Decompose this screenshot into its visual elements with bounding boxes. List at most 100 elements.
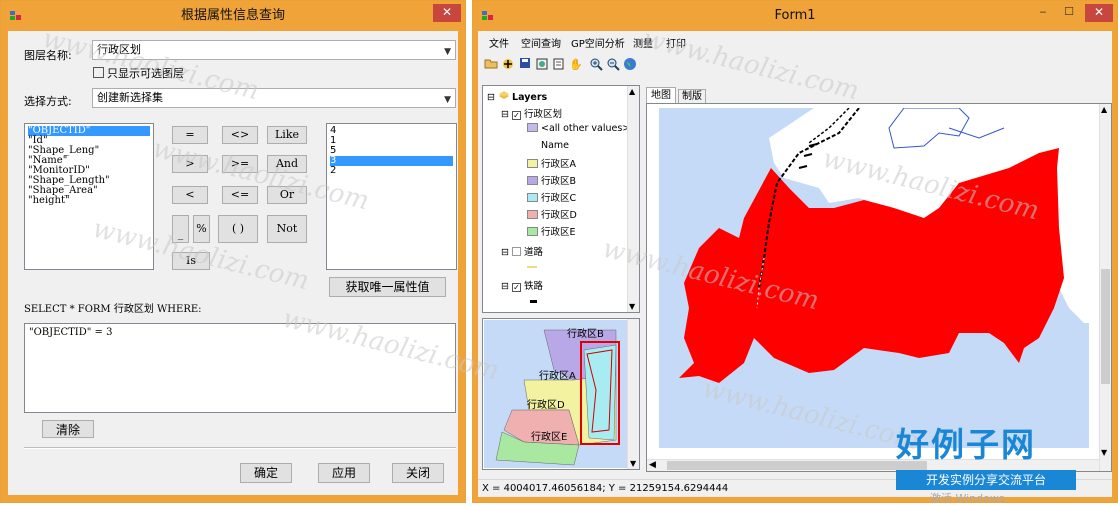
- toc-layer-road[interactable]: ⊟ 道路: [501, 244, 543, 258]
- only-selectable-checkbox[interactable]: 只显示可选图层: [93, 65, 184, 81]
- checkbox-checked-icon[interactable]: ✓: [511, 111, 521, 120]
- toc-panel[interactable]: ⊟ Layers ⊟ ✓ 行政区划 <all other values> Name…: [482, 85, 640, 313]
- only-selectable-label: 只显示可选图层: [107, 67, 184, 80]
- expression-textarea[interactable]: "OBJECTID" = 3: [24, 323, 456, 413]
- legend-swatch-icon: [527, 123, 538, 132]
- menu-print[interactable]: 打印: [666, 35, 686, 50]
- overview-label-b: 行政区B: [567, 329, 604, 340]
- toc-field-name: Name: [541, 140, 570, 151]
- toc-layer-district[interactable]: ⊟ ✓ 行政区划: [501, 106, 562, 120]
- menu-measure[interactable]: 测量: [633, 35, 653, 50]
- checkbox-box[interactable]: [93, 67, 104, 78]
- value-item[interactable]: 4: [330, 126, 453, 136]
- tab-map[interactable]: 地图: [646, 87, 676, 103]
- dialog-close-icon[interactable]: ✕: [433, 4, 461, 22]
- main-title-bar: Form1 ‒ ☐ ✕: [473, 1, 1117, 31]
- checkbox-checked-icon[interactable]: ✓: [511, 283, 521, 292]
- map-canvas[interactable]: [659, 108, 1089, 448]
- toc-class-d: 行政区D: [527, 207, 577, 221]
- operator-not-button[interactable]: Not: [267, 215, 307, 243]
- query-dialog-window: 根据属性信息查询 ✕ 图层名称: 行政区划 ▼ 只显示可选图层 选择方式: 创建…: [0, 0, 466, 503]
- menu-gp-analysis[interactable]: GP空间分析: [571, 35, 625, 50]
- checkbox-empty-icon[interactable]: [511, 247, 521, 256]
- railway-symbol-icon: [530, 300, 537, 303]
- main-close-icon[interactable]: ✕: [1085, 4, 1113, 22]
- close-button[interactable]: 关闭: [392, 463, 444, 483]
- apply-button[interactable]: 应用: [318, 463, 370, 483]
- operator-le-button[interactable]: <=: [222, 186, 258, 204]
- overview-label-e: 行政区E: [531, 432, 568, 443]
- toc-layer-railway[interactable]: ⊟ ✓ 铁路: [501, 278, 543, 292]
- method-select[interactable]: 创建新选择集 ▼: [92, 88, 456, 108]
- overview-scrollbar[interactable]: ▼: [627, 319, 639, 469]
- tab-layout[interactable]: 制版: [678, 89, 706, 103]
- method-label: 选择方式:: [24, 95, 72, 108]
- method-select-value: 创建新选择集: [97, 91, 163, 104]
- clear-button[interactable]: 清除: [42, 420, 94, 438]
- menu-spatial-query[interactable]: 空间查询: [521, 35, 561, 50]
- legend-swatch-icon: [527, 210, 538, 219]
- horizontal-scroll-thumb[interactable]: [667, 461, 927, 470]
- operator-paren-button[interactable]: ( ): [218, 215, 258, 243]
- minimize-icon[interactable]: ‒: [1031, 4, 1055, 22]
- toc-layer-road-label: 道路: [523, 247, 543, 258]
- chevron-down-icon: ▼: [444, 47, 451, 57]
- vertical-scroll-thumb[interactable]: [1101, 269, 1110, 384]
- operator-eq-button[interactable]: =: [172, 126, 208, 144]
- operator-underscore-button[interactable]: _: [172, 215, 189, 243]
- operator-gt-button[interactable]: >: [172, 155, 208, 173]
- pan-icon[interactable]: ✋: [568, 57, 584, 75]
- globe-icon[interactable]: [622, 57, 638, 75]
- value-item[interactable]: 3: [330, 156, 453, 166]
- maximize-icon[interactable]: ☐: [1057, 4, 1081, 22]
- road-symbol-icon: [527, 266, 537, 268]
- value-item[interactable]: 5: [330, 146, 453, 156]
- value-item[interactable]: 1: [330, 136, 453, 146]
- toc-class-d-label: 行政区D: [541, 210, 577, 221]
- map-view[interactable]: ▲ ▼ ◀: [646, 103, 1112, 472]
- menu-file[interactable]: 文件: [489, 35, 509, 50]
- open-icon[interactable]: [483, 57, 499, 75]
- toc-class-b-label: 行政区B: [541, 176, 577, 187]
- save-icon[interactable]: [517, 57, 533, 75]
- scroll-down-icon[interactable]: ▼: [1101, 448, 1107, 457]
- operator-or-button[interactable]: Or: [267, 186, 307, 204]
- scroll-up-icon[interactable]: ▲: [629, 87, 635, 96]
- field-item[interactable]: "height": [28, 196, 150, 206]
- operator-ge-button[interactable]: >=: [222, 155, 258, 173]
- value-item[interactable]: 2: [330, 166, 453, 176]
- operator-ne-button[interactable]: <>: [222, 126, 258, 144]
- overview-panel[interactable]: 行政区B 行政区A 行政区D 行政区E ▼: [482, 318, 640, 470]
- main-title: Form1: [774, 8, 816, 23]
- zoom-out-icon[interactable]: [605, 57, 621, 75]
- operator-lt-button[interactable]: <: [172, 186, 208, 204]
- toc-class-a: 行政区A: [527, 156, 576, 170]
- operator-and-button[interactable]: And: [267, 155, 307, 173]
- toc-root[interactable]: ⊟ Layers: [487, 90, 547, 103]
- layer-select[interactable]: 行政区划 ▼: [92, 40, 456, 60]
- scroll-left-icon[interactable]: ◀: [649, 460, 656, 470]
- scroll-down-icon[interactable]: ▼: [630, 459, 636, 468]
- operator-like-button[interactable]: Like: [267, 126, 307, 144]
- get-unique-values-button[interactable]: 获取唯一属性值: [329, 277, 446, 297]
- toc-class-e: 行政区E: [527, 224, 576, 238]
- dialog-title-bar: 根据属性信息查询 ✕: [1, 1, 465, 31]
- add-data-icon[interactable]: [500, 57, 516, 75]
- legend-swatch-icon: [527, 159, 538, 168]
- layers-icon: [498, 91, 509, 99]
- chevron-down-icon: ▼: [444, 95, 451, 105]
- scroll-up-icon[interactable]: ▲: [1101, 105, 1107, 114]
- operator-is-button[interactable]: Is: [172, 252, 210, 270]
- ok-button[interactable]: 确定: [240, 463, 292, 483]
- identify-icon[interactable]: [551, 57, 567, 75]
- zoom-in-icon[interactable]: [588, 57, 604, 75]
- overview-label-d: 行政区D: [527, 400, 565, 411]
- full-extent-icon[interactable]: [534, 57, 550, 75]
- value-list[interactable]: 4 1 5 3 2: [326, 123, 457, 270]
- field-list[interactable]: "OBJECTID" "Id" "Shape_Leng" "Name" "Mon…: [24, 123, 154, 270]
- map-vertical-scrollbar[interactable]: ▲ ▼: [1099, 104, 1111, 471]
- legend-swatch-icon: [527, 227, 538, 236]
- operator-percent-button[interactable]: %: [193, 215, 210, 243]
- toc-scrollbar[interactable]: ▲ ▼: [627, 86, 639, 312]
- scroll-down-icon[interactable]: ▼: [629, 302, 635, 311]
